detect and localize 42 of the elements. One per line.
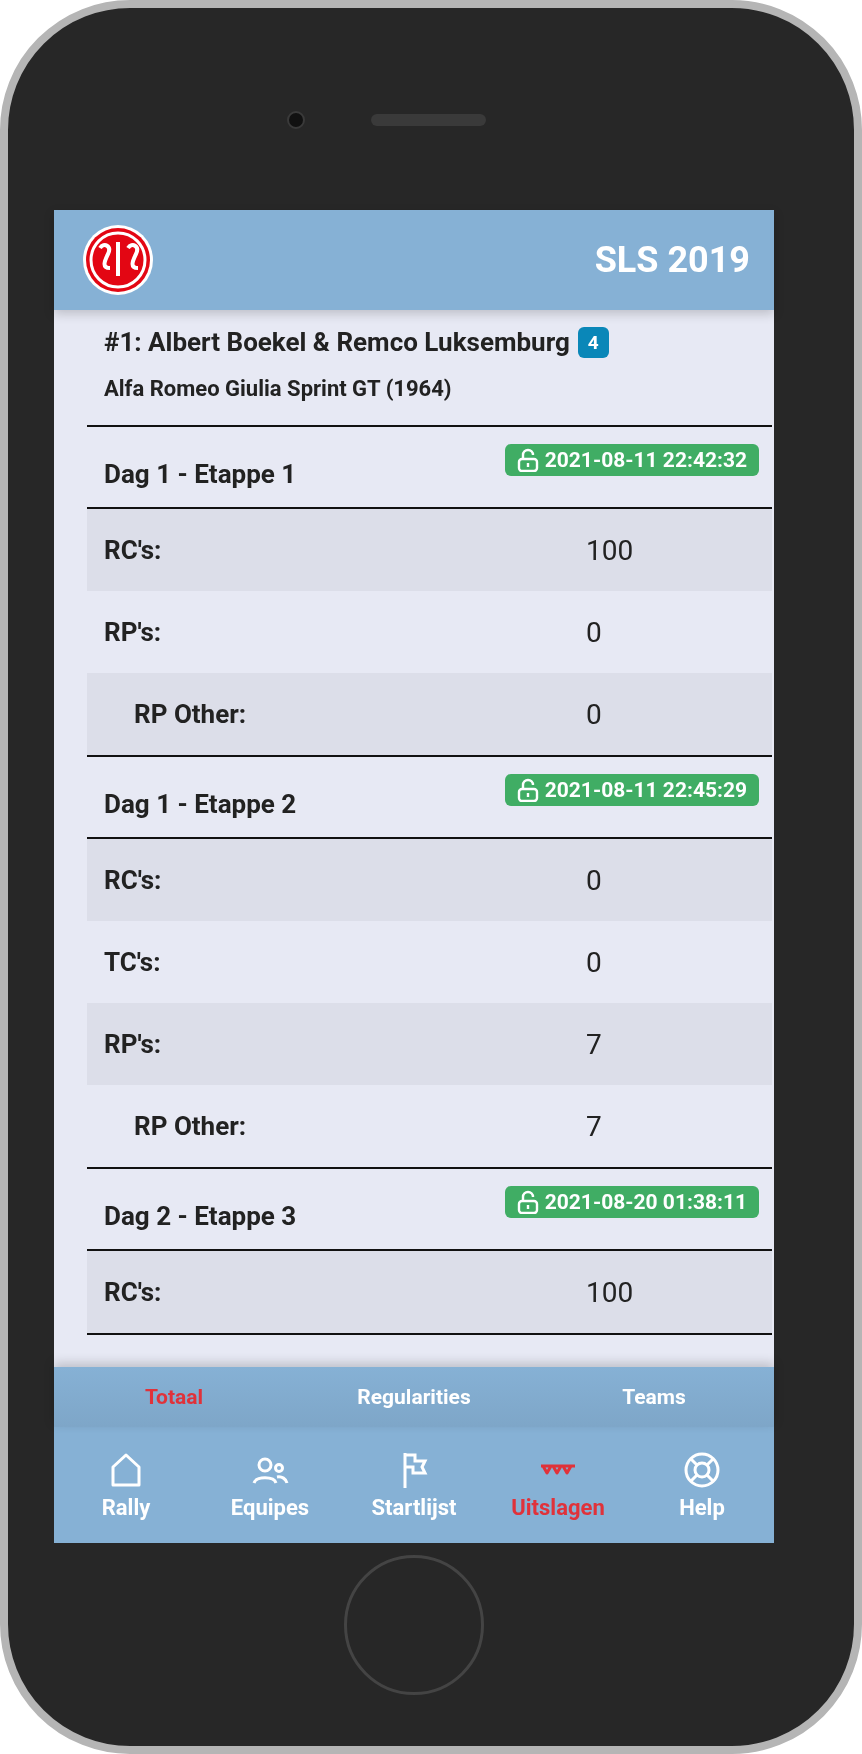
row-value: 7 [586, 1109, 602, 1143]
lock-icon [516, 1190, 539, 1214]
row-label: RP's: [104, 1029, 162, 1059]
results-tab[interactable]: Teams [534, 1367, 774, 1427]
row-value: 0 [586, 945, 602, 979]
results-tab[interactable]: Regularities [294, 1367, 534, 1427]
nav-item[interactable]: Rally [54, 1427, 198, 1543]
row-value: 0 [586, 863, 602, 897]
timestamp-badge: 2021-08-11 22:45:29 [504, 774, 759, 806]
stage-title: Dag 1 - Etappe 2 [104, 788, 297, 819]
car-name: Alfa Romeo Giulia Sprint GT (1964) [104, 376, 453, 401]
row-label: RP's: [104, 617, 162, 647]
logo-icon [82, 224, 154, 296]
camera-dot [287, 111, 305, 129]
row-label: RC's: [104, 535, 162, 565]
row-label: RP Other: [134, 699, 247, 729]
nav-item[interactable]: Uitslagen [486, 1427, 630, 1543]
row-value: 7 [586, 1027, 602, 1061]
results-tab[interactable]: Totaal [54, 1367, 294, 1427]
lock-icon [516, 778, 539, 802]
row-value: 0 [586, 615, 602, 649]
row-label: RP Other: [134, 1111, 247, 1141]
stage-title: Dag 2 - Etappe 3 [104, 1200, 297, 1231]
timestamp-badge: 2021-08-20 01:38:11 [504, 1186, 759, 1218]
row-value: 100 [586, 533, 634, 567]
row-label: RC's: [104, 865, 162, 895]
home-button[interactable] [344, 1555, 484, 1695]
stage-title: Dag 1 - Etappe 1 [104, 458, 297, 489]
lock-icon [516, 448, 539, 472]
row-value: 100 [586, 1275, 634, 1309]
crew-title: #1: Albert Boekel & Remco Luksemburg [104, 326, 570, 359]
nav-item[interactable]: Help [630, 1427, 774, 1543]
nav-item[interactable]: Startlijst [342, 1427, 486, 1543]
lifebuoy-icon [683, 1450, 721, 1489]
timestamp-badge: 2021-08-11 22:42:32 [504, 444, 759, 476]
row-label: RC's: [104, 1277, 162, 1307]
nav-item[interactable]: Equipes [198, 1427, 342, 1543]
app-title: SLS 2019 [594, 239, 750, 281]
crew-badge: 4 [577, 326, 609, 358]
bunting-icon [539, 1464, 577, 1475]
row-value: 0 [586, 697, 602, 731]
row-label: TC's: [104, 947, 161, 977]
